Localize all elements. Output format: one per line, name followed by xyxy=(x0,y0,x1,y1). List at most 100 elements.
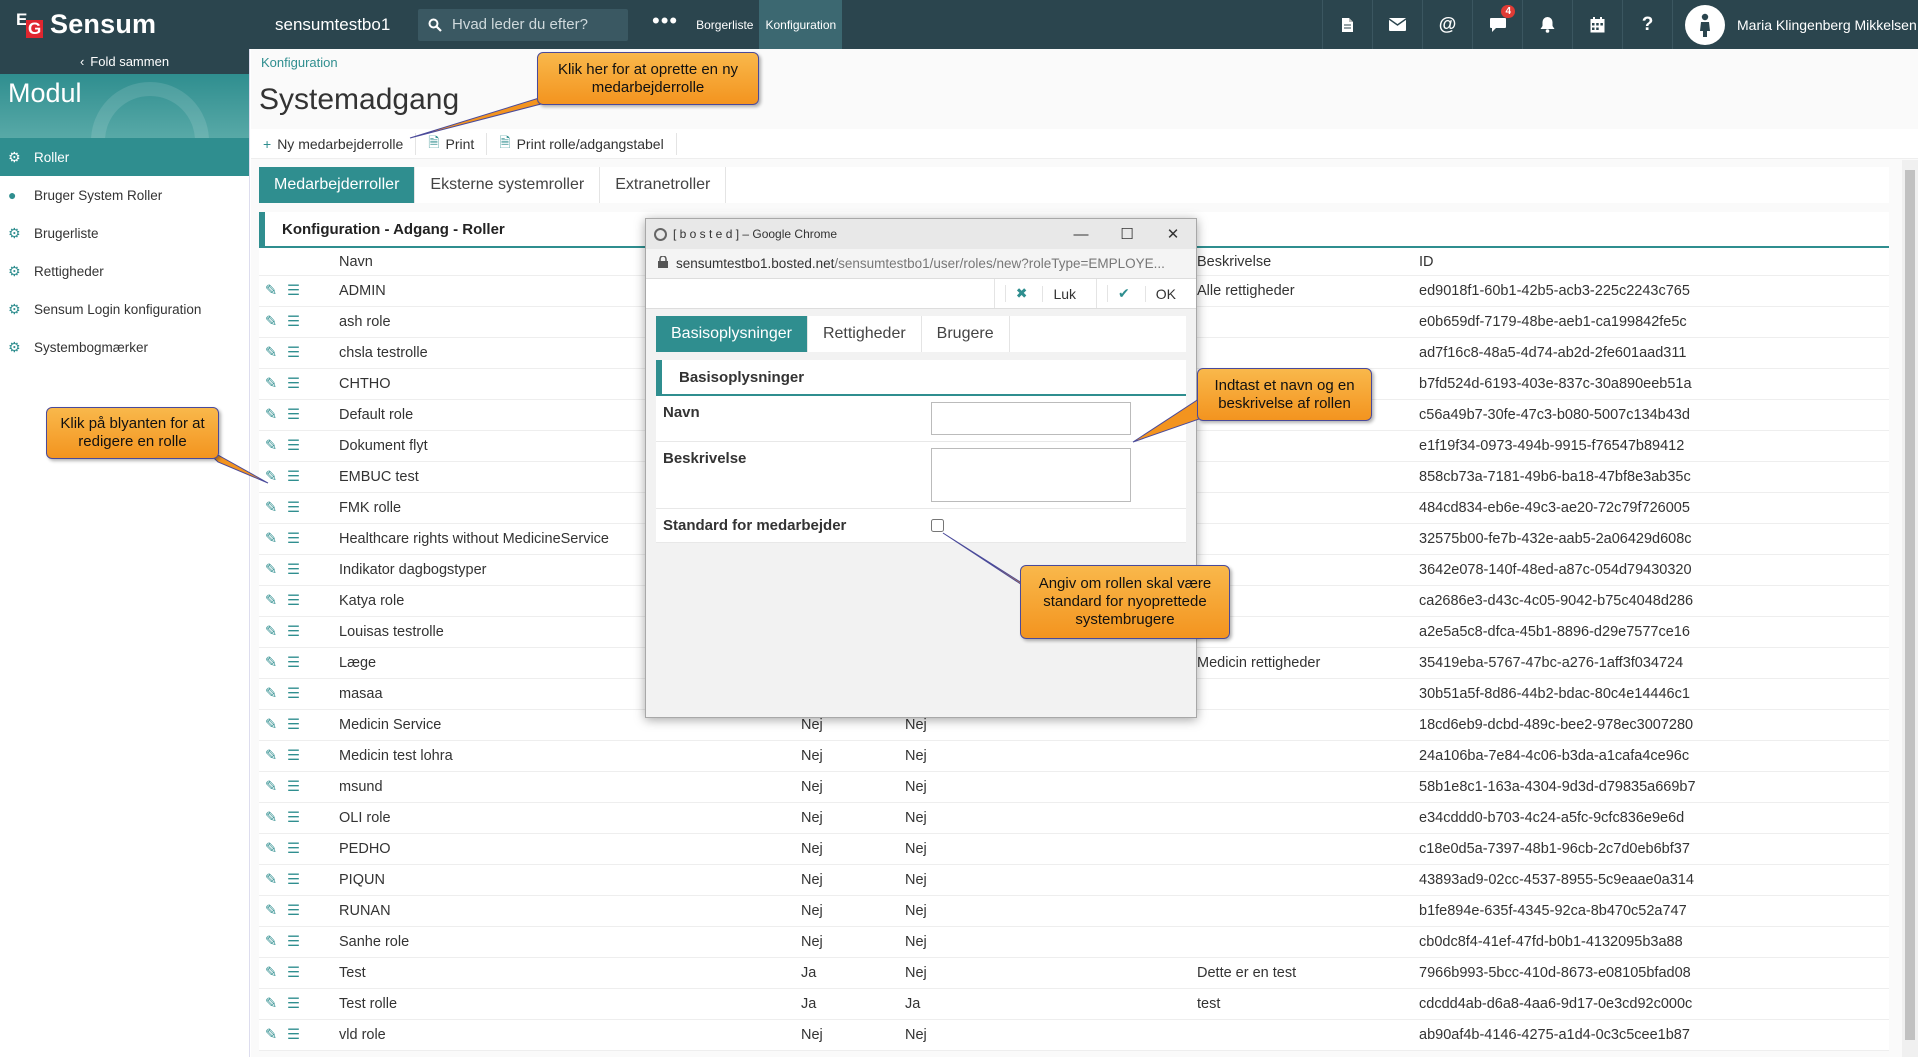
edit-pencil-icon[interactable]: ✎ xyxy=(265,283,277,299)
logo[interactable]: EG Sensum xyxy=(0,0,250,49)
sidebar-item-brugerliste[interactable]: ⚙ Brugerliste xyxy=(0,214,249,252)
print-table-button[interactable]: 🗎 Print rolle/adgangstabel xyxy=(487,132,677,155)
list-icon[interactable]: ☰ xyxy=(287,841,300,857)
bell-icon[interactable] xyxy=(1522,0,1572,49)
scrollbar-thumb[interactable] xyxy=(1905,170,1915,1040)
edit-pencil-icon[interactable]: ✎ xyxy=(265,593,277,609)
sidebar-item-systembogmaerker[interactable]: ⚙ Systembogmærker xyxy=(0,328,249,366)
edit-pencil-icon[interactable]: ✎ xyxy=(265,1027,277,1043)
search-box[interactable] xyxy=(418,8,628,41)
edit-pencil-icon[interactable]: ✎ xyxy=(265,438,277,454)
list-icon[interactable]: ☰ xyxy=(287,283,300,299)
edit-pencil-icon[interactable]: ✎ xyxy=(265,779,277,795)
edit-pencil-icon[interactable]: ✎ xyxy=(265,934,277,950)
list-icon[interactable]: ☰ xyxy=(287,965,300,981)
list-icon[interactable]: ☰ xyxy=(287,469,300,485)
edit-pencil-icon[interactable]: ✎ xyxy=(265,345,277,361)
standard-field-row: Standard for medarbejder xyxy=(656,509,1186,543)
breadcrumb[interactable]: Konfiguration xyxy=(261,55,338,70)
chat-icon[interactable]: 4 xyxy=(1472,0,1522,49)
edit-pencil-icon[interactable]: ✎ xyxy=(265,686,277,702)
tab-medarbejderroller[interactable]: Medarbejderroller xyxy=(259,167,416,203)
list-icon[interactable]: ☰ xyxy=(287,686,300,702)
list-icon[interactable]: ☰ xyxy=(287,376,300,392)
edit-pencil-icon[interactable]: ✎ xyxy=(265,531,277,547)
edit-pencil-icon[interactable]: ✎ xyxy=(265,996,277,1012)
new-role-button[interactable]: + Ny medarbejderrolle xyxy=(251,132,417,155)
help-icon[interactable]: ? xyxy=(1622,0,1672,49)
nav-konfiguration[interactable]: Konfiguration xyxy=(759,0,843,49)
list-icon[interactable]: ☰ xyxy=(287,438,300,454)
sidebar-item-rettigheder[interactable]: ⚙ Rettigheder xyxy=(0,252,249,290)
list-icon[interactable]: ☰ xyxy=(287,345,300,361)
edit-pencil-icon[interactable]: ✎ xyxy=(265,965,277,981)
standard-checkbox[interactable] xyxy=(931,519,944,532)
edit-pencil-icon[interactable]: ✎ xyxy=(265,717,277,733)
ok-button[interactable]: ✔ OK xyxy=(1096,279,1196,308)
list-icon[interactable]: ☰ xyxy=(287,593,300,609)
list-icon[interactable]: ☰ xyxy=(287,1027,300,1043)
list-icon[interactable]: ☰ xyxy=(287,872,300,888)
tab-eksterne-systemroller[interactable]: Eksterne systemroller xyxy=(415,167,601,203)
minimize-icon[interactable]: — xyxy=(1058,219,1104,249)
edit-pencil-icon[interactable]: ✎ xyxy=(265,810,277,826)
edit-pencil-icon[interactable]: ✎ xyxy=(265,500,277,516)
edit-pencil-icon[interactable]: ✎ xyxy=(265,562,277,578)
sidebar-item-roller[interactable]: ⚙ Roller xyxy=(0,138,249,176)
edit-pencil-icon[interactable]: ✎ xyxy=(265,841,277,857)
tab-rettigheder[interactable]: Rettigheder xyxy=(808,316,922,352)
nav-borgerliste[interactable]: Borgerliste xyxy=(690,0,759,49)
close-window-icon[interactable]: ✕ xyxy=(1150,219,1196,249)
list-icon[interactable]: ☰ xyxy=(287,562,300,578)
edit-pencil-icon[interactable]: ✎ xyxy=(265,376,277,392)
header-description[interactable]: Beskrivelse xyxy=(1197,254,1271,270)
list-icon[interactable]: ☰ xyxy=(287,500,300,516)
table-row: ✎ ☰ vld role Nej Nej ab90af4b-4146-4275-a1d4-… xyxy=(259,1020,1889,1051)
edit-pencil-icon[interactable]: ✎ xyxy=(265,872,277,888)
role-description: Medicin rettigheder xyxy=(1197,655,1321,671)
list-icon[interactable]: ☰ xyxy=(287,531,300,547)
calendar-icon[interactable] xyxy=(1572,0,1622,49)
tab-extranetroller[interactable]: Extranetroller xyxy=(600,167,727,203)
list-icon[interactable]: ☰ xyxy=(287,779,300,795)
edit-pencil-icon[interactable]: ✎ xyxy=(265,407,277,423)
close-button[interactable]: ✖ Luk xyxy=(993,279,1096,308)
edit-pencil-icon[interactable]: ✎ xyxy=(265,314,277,330)
list-icon[interactable]: ☰ xyxy=(287,934,300,950)
list-icon[interactable]: ☰ xyxy=(287,810,300,826)
table-row: ✎ ☰ msund Nej Nej 58b1e8c1-163a-4304-9d3d-d79… xyxy=(259,772,1889,803)
edit-pencil-icon[interactable]: ✎ xyxy=(265,655,277,671)
header-id[interactable]: ID xyxy=(1419,254,1434,270)
tab-basisoplysninger[interactable]: Basisoplysninger xyxy=(656,316,808,352)
list-icon[interactable]: ☰ xyxy=(287,748,300,764)
role-standard: Nej xyxy=(801,779,823,795)
mail-icon[interactable] xyxy=(1372,0,1422,49)
edit-pencil-icon[interactable]: ✎ xyxy=(265,624,277,640)
list-icon[interactable]: ☰ xyxy=(287,655,300,671)
user-menu[interactable]: Maria Klingenberg Mikkelsen xyxy=(1672,0,1917,49)
list-icon[interactable]: ☰ xyxy=(287,903,300,919)
search-input[interactable] xyxy=(452,16,612,33)
more-menu-button[interactable]: ••• xyxy=(652,9,678,34)
document-icon[interactable] xyxy=(1322,0,1372,49)
print-button[interactable]: 🗎 Print xyxy=(416,132,488,155)
list-icon[interactable]: ☰ xyxy=(287,407,300,423)
tab-brugere[interactable]: Brugere xyxy=(922,316,1010,352)
at-sign-icon[interactable]: @ xyxy=(1422,0,1472,49)
list-icon[interactable]: ☰ xyxy=(287,314,300,330)
role-id: ad7f16c8-48a5-4d74-ab2d-2fe601aad311 xyxy=(1419,345,1687,361)
collapse-sidebar-button[interactable]: ‹ Fold sammen xyxy=(0,49,249,74)
header-name[interactable]: Navn xyxy=(339,254,373,270)
list-icon[interactable]: ☰ xyxy=(287,624,300,640)
list-icon[interactable]: ☰ xyxy=(287,996,300,1012)
description-input[interactable] xyxy=(931,448,1131,502)
sidebar-item-sensum-login[interactable]: ⚙ Sensum Login konfiguration xyxy=(0,290,249,328)
maximize-icon[interactable]: ☐ xyxy=(1104,219,1150,249)
name-input[interactable] xyxy=(931,402,1131,435)
list-icon[interactable]: ☰ xyxy=(287,717,300,733)
edit-pencil-icon[interactable]: ✎ xyxy=(265,469,277,485)
edit-pencil-icon[interactable]: ✎ xyxy=(265,748,277,764)
page-scrollbar[interactable] xyxy=(1902,160,1918,1057)
edit-pencil-icon[interactable]: ✎ xyxy=(265,903,277,919)
sidebar-item-bruger-system-roller[interactable]: ● Bruger System Roller xyxy=(0,176,249,214)
